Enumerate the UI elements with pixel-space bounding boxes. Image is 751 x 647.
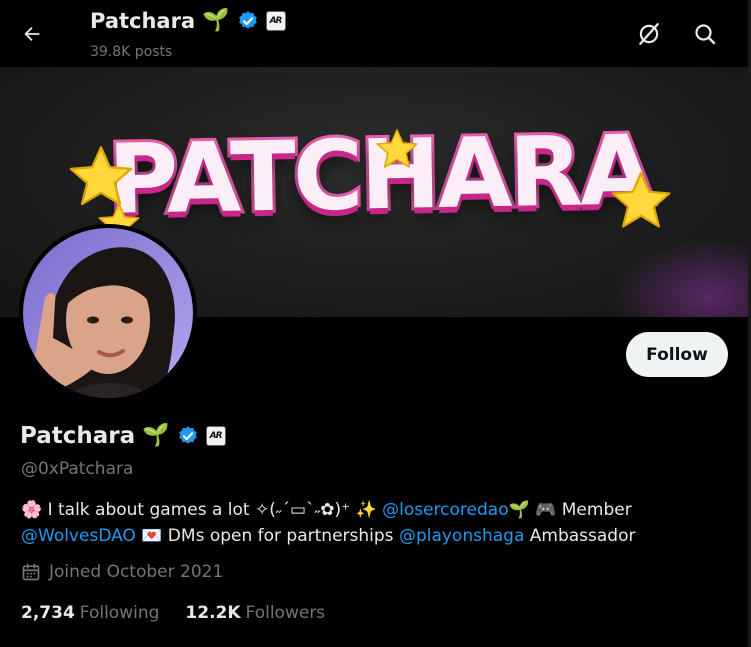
- search-icon: [695, 24, 716, 45]
- grok-icon: [639, 23, 659, 45]
- profile-handle: @0xPatchara: [21, 459, 134, 479]
- header-name: Patchara: [90, 9, 196, 33]
- joined-date: Joined October 2021: [21, 562, 223, 582]
- header-title: Patchara 🌱 AR: [90, 9, 286, 33]
- followers-link[interactable]: 12.2K Followers: [185, 603, 325, 623]
- top-bar: Patchara 🌱 AR 39.8K posts: [0, 0, 751, 67]
- profile-sprout-emoji: 🌱: [142, 423, 170, 448]
- avatar-photo: [23, 228, 193, 398]
- joined-text: Joined October 2021: [49, 562, 224, 582]
- bio-text: I talk about games a lot ✧(˶´▭`˶✿)⁺: [42, 500, 356, 520]
- following-count: 2,734: [21, 603, 75, 623]
- header-sprout-emoji: 🌱: [202, 8, 230, 33]
- profile-name: Patchara: [20, 423, 136, 449]
- bio-link-playonshaga[interactable]: @playonshaga: [399, 526, 524, 546]
- gamepad-emoji: 🎮: [535, 500, 557, 520]
- profile-bio: 🌸 I talk about games a lot ✧(˶´▭`˶✿)⁺ ✨ …: [21, 497, 731, 549]
- verified-badge-icon: [238, 11, 257, 29]
- bio-text: Member: [556, 500, 632, 520]
- followers-count: 12.2K: [185, 603, 241, 623]
- profile-name-row: Patchara 🌱 AR: [20, 423, 226, 449]
- follow-stats: 2,734 Following 12.2K Followers: [21, 603, 325, 623]
- banner-title-wrap: PATCHARA: [104, 100, 655, 250]
- flower-emoji: 🌸: [21, 500, 43, 520]
- bio-link-losercoredao[interactable]: @losercoredao: [382, 500, 509, 520]
- back-arrow-icon: [24, 26, 40, 42]
- bio-text: DMs open for partnerships: [162, 526, 399, 546]
- following-link[interactable]: 2,734 Following: [21, 603, 159, 623]
- verified-badge-icon[interactable]: [177, 425, 199, 447]
- star-icon: [376, 129, 418, 168]
- bio-text: Ambassador: [524, 526, 636, 546]
- back-button[interactable]: [14, 16, 50, 52]
- star-icon: [611, 172, 671, 228]
- calendar-icon: [22, 563, 40, 581]
- grok-button[interactable]: [632, 17, 666, 51]
- avatar[interactable]: [19, 224, 197, 402]
- profile-page: Patchara 🌱 AR 39.8K posts PATCHARA Follo…: [0, 0, 751, 647]
- posts-count: 39.8K posts: [90, 44, 173, 60]
- sprout-emoji: 🌱: [508, 500, 530, 520]
- affiliate-badge[interactable]: AR: [265, 11, 286, 31]
- sparkle-emoji: ✨: [355, 500, 377, 520]
- bio-link-wolvesdao[interactable]: @WolvesDAO: [21, 526, 136, 546]
- affiliate-badge[interactable]: AR: [205, 426, 226, 446]
- following-label: Following: [79, 603, 160, 623]
- search-button[interactable]: [688, 17, 722, 51]
- follow-button[interactable]: Follow: [626, 332, 728, 377]
- letter-emoji: 💌: [141, 526, 163, 546]
- followers-label: Followers: [245, 603, 326, 623]
